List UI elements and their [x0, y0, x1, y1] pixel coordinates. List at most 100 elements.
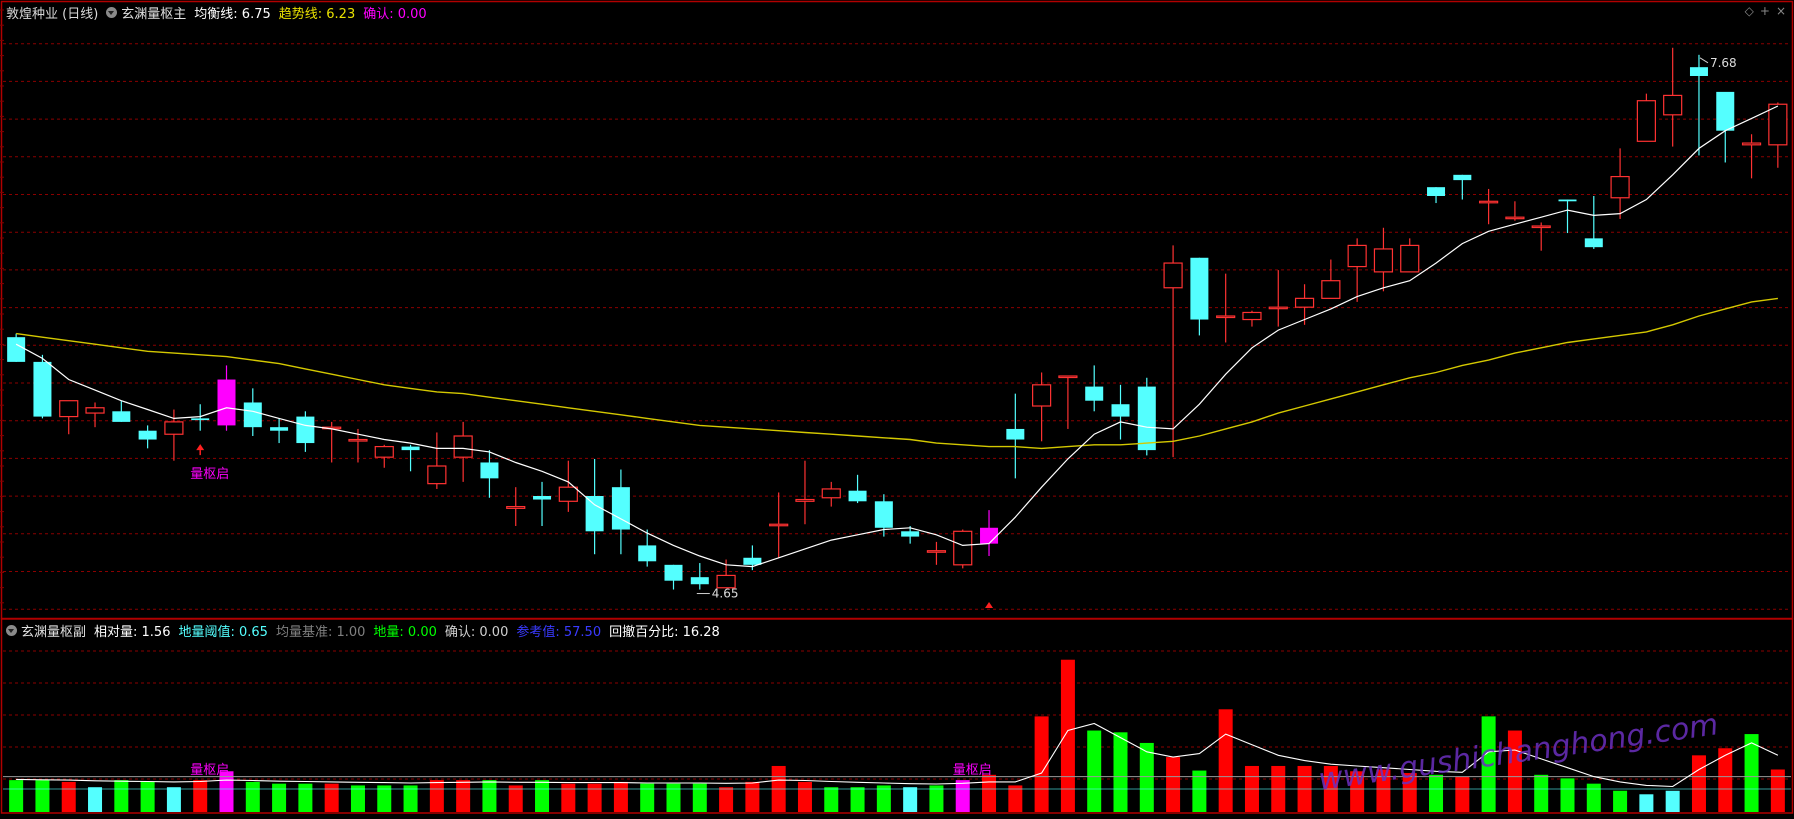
candle-body — [112, 411, 131, 422]
volume-bar — [692, 783, 707, 812]
volume-bar — [1534, 774, 1549, 812]
sub-indicator-name[interactable]: 玄渊量枢副 — [21, 621, 86, 640]
candle-body — [1294, 297, 1315, 308]
candle-body — [1531, 225, 1551, 229]
avg-base-value: 均量基准: 1.00 — [275, 625, 366, 640]
volume-bar — [1691, 755, 1706, 812]
chart-stage: 7.68 4.65 量枢启 量枢启 量枢启 www.gushichanghong.com … — [0, 0, 1794, 815]
candle-body — [1163, 262, 1183, 289]
volume-bar — [1613, 790, 1628, 812]
candle-body — [953, 530, 973, 566]
volume-bar — [666, 783, 681, 812]
candle-body — [1689, 67, 1708, 76]
candle-body — [217, 379, 236, 426]
main-pane-frame — [0, 0, 1794, 620]
candle-body — [1242, 311, 1262, 321]
candle-body — [1400, 244, 1420, 273]
candle-body — [980, 527, 999, 544]
candle-body — [1479, 200, 1499, 204]
high-price-label: 7.68 — [1710, 56, 1737, 70]
volume-bar — [587, 783, 602, 812]
candle-body — [1716, 91, 1735, 131]
candle-body — [690, 577, 709, 585]
volume-bar — [1560, 778, 1575, 812]
volume-bar — [719, 787, 734, 812]
volume-bar — [535, 780, 550, 812]
candle-body — [821, 488, 841, 499]
candle-body — [1190, 257, 1209, 320]
candle-body — [1216, 315, 1236, 319]
candle-body — [1636, 100, 1656, 142]
candle-body — [1032, 384, 1052, 407]
high-marker-arrow — [1699, 57, 1709, 64]
signal-label-sub: 量枢启 — [953, 763, 992, 778]
volume-bar — [1455, 776, 1470, 812]
chevron-down-icon[interactable] — [106, 7, 118, 18]
candle-body — [611, 487, 630, 530]
candle-body — [427, 465, 447, 485]
volume-bar — [35, 780, 50, 812]
candle-body — [1427, 187, 1446, 196]
signal-triangle — [985, 602, 994, 608]
candle-body — [348, 438, 368, 442]
volume-bar — [88, 787, 103, 812]
avg-line-value: 均衡线: 6.75 — [194, 7, 271, 22]
indicator-name[interactable]: 玄渊量枢主 — [121, 3, 186, 22]
volume-bar — [193, 780, 208, 812]
volume-bar — [1586, 783, 1601, 812]
volume-bar — [613, 781, 628, 812]
candle-body — [664, 564, 683, 581]
low-thresh-value: 地量阈值: 0.65 — [178, 625, 268, 640]
candle-body — [1058, 375, 1078, 379]
candle-body — [926, 550, 947, 553]
kline-chart-svg: 7.684.65量枢启量枢启 量枢启 www.gushichanghong.com — [0, 0, 1794, 814]
volume-bar — [903, 787, 918, 812]
low-price-label: 4.65 — [712, 587, 739, 601]
candle-body — [1558, 199, 1577, 202]
candle-body — [453, 435, 473, 458]
candle-body — [164, 421, 184, 435]
volume-bar — [1770, 769, 1785, 812]
signal-arrow-up — [196, 444, 205, 451]
volume-bar — [456, 780, 471, 812]
candle-body — [480, 462, 499, 479]
candle-body — [191, 418, 210, 421]
volume-bar — [429, 780, 444, 812]
volume-bar — [797, 781, 812, 812]
candle-body — [1137, 386, 1156, 451]
avg-line — [15, 105, 1779, 568]
low-vol-value: 地量: 0.00 — [373, 625, 437, 640]
candle-body — [558, 486, 578, 502]
volume-bar — [850, 787, 865, 812]
candle-body — [1321, 280, 1341, 299]
candle-body — [1347, 244, 1367, 268]
volume-bar — [140, 781, 155, 812]
candle-body — [1268, 306, 1288, 310]
candle-body — [7, 337, 26, 362]
trend-line-value: 趋势线: 6.23 — [278, 7, 356, 22]
signal-label-main: 量枢启 — [190, 467, 229, 482]
candle-body — [1453, 174, 1472, 181]
chevron-down-icon[interactable] — [6, 625, 17, 636]
candle-body — [59, 400, 79, 418]
volume-bar — [1218, 709, 1233, 812]
close-icon[interactable]: × — [1776, 4, 1786, 18]
diamond-icon[interactable]: ◇ — [1745, 4, 1754, 18]
sub-confirm-value: 确认: 0.00 — [444, 625, 509, 640]
candle-body — [1006, 428, 1025, 440]
candle-body — [1085, 386, 1104, 401]
sub-header: 玄渊量枢副 相对量: 1.56 地量阈值: 0.65 均量基准: 1.00 地量… — [6, 621, 728, 640]
ref-value: 参考值: 57.50 — [516, 625, 602, 640]
volume-bar — [166, 787, 181, 812]
volume-bar — [982, 774, 997, 812]
candle-body — [638, 545, 657, 562]
plus-icon[interactable]: + — [1760, 4, 1770, 18]
stock-title[interactable]: 敦煌种业 (日线) — [6, 3, 98, 22]
candle-body — [1373, 248, 1394, 273]
candle-body — [1741, 142, 1762, 146]
candle-body — [533, 496, 552, 500]
candle-body — [743, 557, 762, 565]
candle-body — [270, 427, 289, 431]
candle-body — [374, 445, 394, 458]
volume-bar — [324, 783, 339, 812]
